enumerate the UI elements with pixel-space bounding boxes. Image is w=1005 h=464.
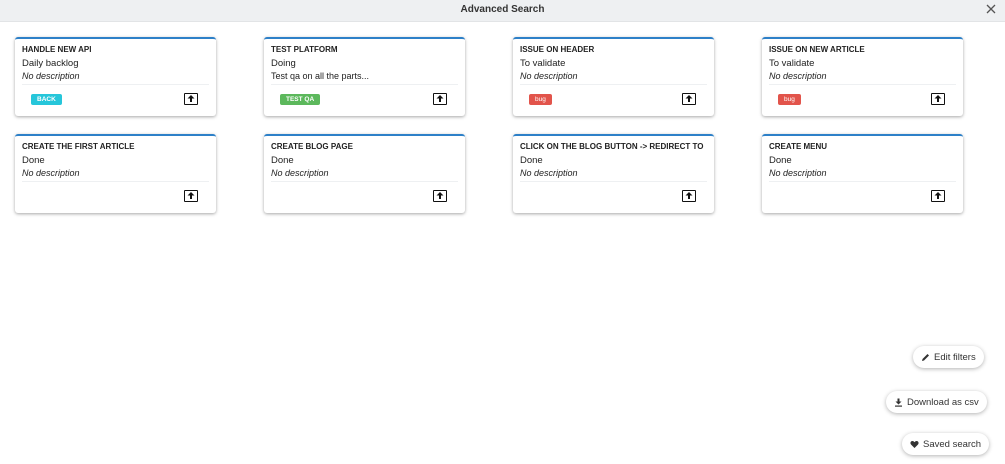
export-icon[interactable]: [682, 93, 696, 105]
card-divider: [769, 84, 956, 85]
card-divider: [271, 181, 458, 182]
card-status: Done: [271, 155, 294, 166]
card-status: To validate: [520, 58, 566, 69]
edit-filters-button[interactable]: Edit filters: [913, 346, 984, 368]
export-icon[interactable]: [433, 93, 447, 105]
card-description: No description: [22, 71, 80, 81]
card-name: ISSUE ON HEADER: [520, 45, 595, 54]
card-divider: [769, 181, 956, 182]
card-status: To validate: [769, 58, 815, 69]
card-item[interactable]: ISSUE ON NEW ARTICLE To validate No desc…: [762, 37, 963, 116]
card-divider: [22, 181, 209, 182]
card-status: Done: [520, 155, 543, 166]
card-tag: BACK: [31, 94, 62, 105]
card-status: Done: [22, 155, 45, 166]
card-name: CREATE BLOG PAGE: [271, 142, 353, 151]
export-icon[interactable]: [184, 93, 198, 105]
edit-filters-label: Edit filters: [934, 351, 976, 363]
card-item[interactable]: CREATE MENU Done No description: [762, 134, 963, 213]
card-name: CREATE THE FIRST ARTICLE: [22, 142, 135, 151]
export-icon[interactable]: [433, 190, 447, 202]
export-icon[interactable]: [184, 190, 198, 202]
card-description: No description: [22, 168, 80, 178]
download-icon: [895, 398, 902, 407]
card-item[interactable]: ISSUE ON HEADER To validate No descripti…: [513, 37, 714, 116]
card-name: TEST PLATFORM: [271, 45, 338, 54]
saved-search-button[interactable]: Saved search: [902, 433, 990, 455]
card-status: Daily backlog: [22, 58, 79, 69]
card-divider: [520, 84, 707, 85]
card-tag: TEST QA: [280, 94, 321, 105]
export-icon[interactable]: [931, 190, 945, 202]
card-item[interactable]: CLICK ON THE BLOG BUTTON -> REDIRECT TO …: [513, 134, 714, 213]
card-name: ISSUE ON NEW ARTICLE: [769, 45, 865, 54]
card-item[interactable]: CREATE BLOG PAGE Done No description: [264, 134, 465, 213]
modal-title: Advanced Search: [460, 4, 545, 15]
heart-icon: [910, 440, 919, 448]
card-divider: [22, 84, 209, 85]
card-description: No description: [769, 71, 827, 81]
card-item[interactable]: HANDLE NEW API Daily backlog No descript…: [15, 37, 216, 116]
card-description: No description: [769, 168, 827, 178]
card-name: HANDLE NEW API: [22, 45, 92, 54]
download-csv-label: Download as csv: [907, 396, 979, 408]
card-description: No description: [520, 168, 578, 178]
close-icon[interactable]: [985, 3, 997, 15]
card-tag: bug: [778, 94, 801, 105]
download-csv-button[interactable]: Download as csv: [886, 391, 987, 413]
export-icon[interactable]: [931, 93, 945, 105]
card-status: Doing: [271, 58, 296, 69]
pencil-icon: [922, 353, 929, 361]
card-item[interactable]: CREATE THE FIRST ARTICLE Done No descrip…: [15, 134, 216, 213]
card-status: Done: [769, 155, 792, 166]
card-name: CREATE MENU: [769, 142, 828, 151]
card-description: Test qa on all the parts...: [271, 71, 370, 81]
card-tag: bug: [529, 94, 552, 105]
card-description: No description: [520, 71, 578, 81]
saved-search-label: Saved search: [923, 438, 982, 450]
card-divider: [520, 181, 707, 182]
card-name: CLICK ON THE BLOG BUTTON -> REDIRECT TO: [520, 142, 704, 151]
export-icon[interactable]: [682, 190, 696, 202]
modal-header: Advanced Search: [0, 0, 1005, 22]
card-description: No description: [271, 168, 329, 178]
card-divider: [271, 84, 458, 85]
card-item[interactable]: TEST PLATFORM Doing Test qa on all the p…: [264, 37, 465, 116]
